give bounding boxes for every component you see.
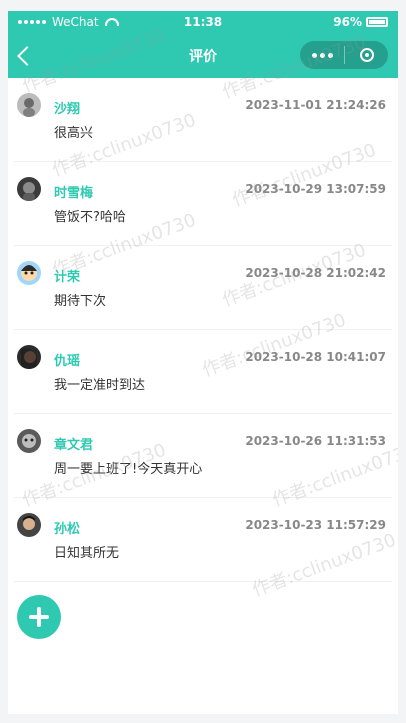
wifi-icon bbox=[104, 18, 119, 26]
avatar bbox=[17, 513, 41, 537]
status-time: 11:38 bbox=[183, 15, 223, 29]
reviewer-name: 沙翔 bbox=[54, 102, 81, 117]
signal-icon bbox=[18, 20, 46, 24]
status-bar: WeChat 11:38 96% bbox=[8, 11, 398, 33]
reviewer-name: 孙松 bbox=[54, 522, 81, 537]
review-comment: 周一要上班了!今天真开心 bbox=[54, 462, 203, 477]
review-time: 2023-10-28 10:41:07 bbox=[245, 350, 386, 364]
reviewer-name: 章文君 bbox=[54, 438, 94, 453]
nav-bar: 评价 bbox=[8, 33, 398, 78]
list-item[interactable]: 计荣 2023-10-28 21:02:42 期待下次 bbox=[14, 246, 392, 330]
close-button[interactable] bbox=[345, 48, 388, 62]
back-button[interactable] bbox=[8, 33, 38, 78]
avatar bbox=[17, 345, 41, 369]
target-icon bbox=[359, 48, 374, 62]
avatar bbox=[17, 93, 41, 117]
battery-percent: 96% bbox=[333, 15, 362, 29]
review-list: 沙翔 2023-11-01 21:24:26 很高兴 时雪梅 2023-10-2… bbox=[8, 78, 398, 582]
carrier-label: WeChat bbox=[52, 15, 99, 29]
review-comment: 很高兴 bbox=[54, 126, 94, 141]
more-dot-icon bbox=[311, 52, 317, 58]
review-comment: 管饭不?哈哈 bbox=[54, 210, 126, 225]
list-item[interactable]: 章文君 2023-10-26 11:31:53 周一要上班了!今天真开心 bbox=[14, 414, 392, 498]
reviewer-name: 时雪梅 bbox=[54, 186, 94, 201]
chevron-left-icon bbox=[17, 45, 37, 66]
avatar bbox=[17, 261, 41, 285]
status-right: 96% bbox=[265, 15, 388, 29]
review-comment: 期待下次 bbox=[54, 294, 107, 309]
list-item[interactable]: 时雪梅 2023-10-29 13:07:59 管饭不?哈哈 bbox=[14, 162, 392, 246]
list-item[interactable]: 孙松 2023-10-23 11:57:29 日知其所无 bbox=[14, 498, 392, 582]
plus-icon bbox=[29, 607, 49, 627]
review-time: 2023-10-28 21:02:42 bbox=[245, 266, 386, 280]
mini-program-capsule bbox=[300, 41, 388, 69]
more-dot-icon bbox=[327, 52, 333, 58]
review-time: 2023-10-23 11:57:29 bbox=[245, 518, 386, 532]
add-review-button[interactable] bbox=[17, 595, 61, 639]
review-time: 2023-11-01 21:24:26 bbox=[245, 98, 386, 112]
reviewer-name: 计荣 bbox=[54, 270, 81, 285]
review-comment: 我一定准时到达 bbox=[54, 378, 146, 393]
list-item[interactable]: 沙翔 2023-11-01 21:24:26 很高兴 bbox=[14, 78, 392, 162]
battery-icon bbox=[365, 17, 388, 27]
list-item[interactable]: 仇瑶 2023-10-28 10:41:07 我一定准时到达 bbox=[14, 330, 392, 414]
phone-screen: WeChat 11:38 96% 评价 沙翔 2023-11-01 21:24:… bbox=[8, 11, 398, 714]
avatar bbox=[17, 177, 41, 201]
more-dot-icon bbox=[319, 52, 325, 58]
more-button[interactable] bbox=[300, 52, 344, 58]
reviewer-name: 仇瑶 bbox=[54, 354, 81, 369]
avatar bbox=[17, 429, 41, 453]
review-time: 2023-10-29 13:07:59 bbox=[245, 182, 386, 196]
review-time: 2023-10-26 11:31:53 bbox=[245, 434, 386, 448]
status-left: WeChat bbox=[18, 15, 141, 29]
review-comment: 日知其所无 bbox=[54, 546, 120, 561]
